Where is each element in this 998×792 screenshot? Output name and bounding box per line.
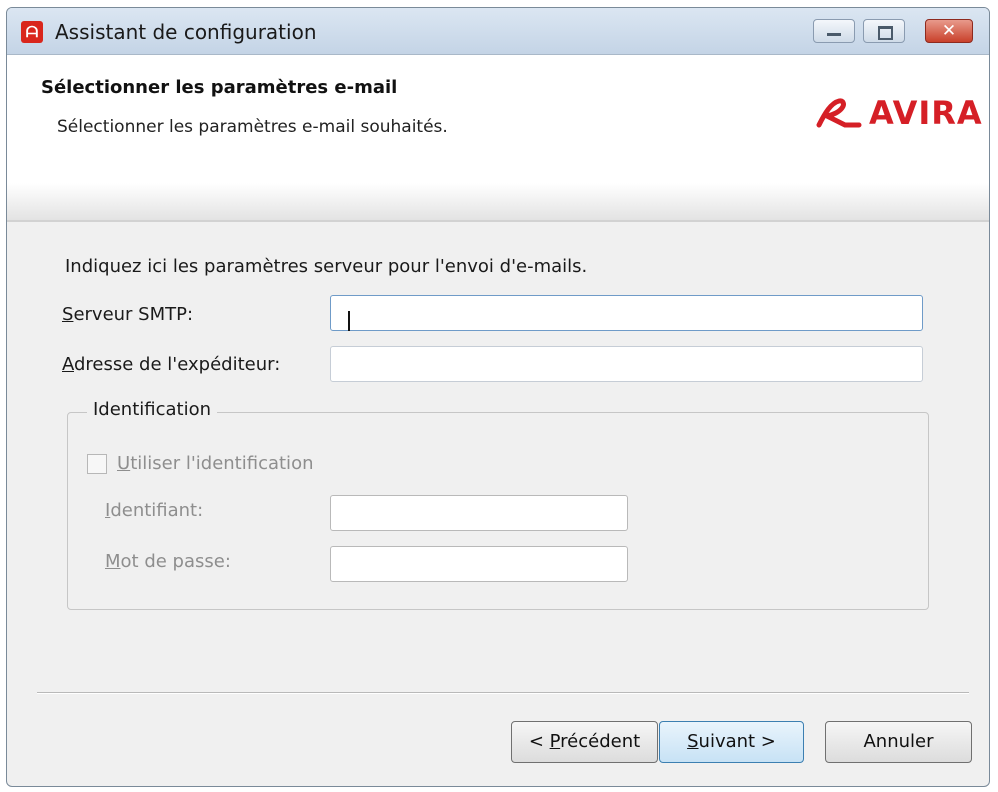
footer-divider — [37, 692, 969, 693]
wizard-header: Sélectionner les paramètres e-mail Sélec… — [7, 55, 989, 220]
sender-address-label: Adresse de l'expéditeur: — [62, 354, 280, 375]
use-identification-label-accesskey: U — [117, 453, 131, 474]
smtp-server-label-accesskey: S — [62, 304, 74, 325]
page-subtitle: Sélectionner les paramètres e-mail souha… — [57, 117, 448, 137]
password-input[interactable] — [330, 546, 628, 582]
smtp-server-label: Serveur SMTP: — [62, 304, 193, 325]
header-divider — [7, 220, 989, 222]
password-label-accesskey: M — [105, 551, 121, 572]
header-gradient — [7, 183, 989, 220]
avira-app-icon: ᗩ — [21, 21, 43, 43]
close-icon: ✕ — [941, 21, 957, 41]
password-label-text: ot de passe: — [120, 551, 231, 572]
avira-logo-icon — [816, 98, 862, 128]
smtp-server-label-text: erveur SMTP: — [73, 304, 194, 325]
maximize-icon — [878, 26, 893, 40]
username-input[interactable] — [330, 495, 628, 531]
minimize-icon — [827, 33, 841, 36]
username-label: Identifiant: — [105, 500, 203, 521]
cancel-button[interactable]: Annuler — [825, 721, 972, 763]
use-identification-checkbox[interactable] — [87, 454, 107, 474]
previous-button-text: récédent — [560, 731, 641, 752]
sender-address-input[interactable] — [330, 346, 923, 382]
maximize-button[interactable] — [863, 19, 905, 43]
title-bar[interactable]: ᗩ Assistant de configuration ✕ — [7, 8, 989, 55]
password-label: Mot de passe: — [105, 551, 231, 572]
next-button-accesskey: S — [687, 731, 699, 752]
identification-legend: Identification — [87, 399, 218, 420]
minimize-button[interactable] — [813, 19, 855, 43]
use-identification-label-text: tiliser l'identification — [130, 453, 314, 474]
intro-text: Indiquez ici les paramètres serveur pour… — [65, 256, 588, 277]
smtp-server-input[interactable] — [330, 295, 923, 331]
next-button-text: uivant > — [698, 731, 776, 752]
previous-button-accesskey: P — [549, 731, 561, 752]
next-button[interactable]: Suivant > — [659, 721, 804, 763]
use-identification-label[interactable]: Utiliser l'identification — [117, 453, 313, 474]
previous-button-prefix: < — [528, 731, 550, 752]
username-label-text: dentifiant: — [110, 500, 204, 521]
window-title: Assistant de configuration — [55, 20, 317, 44]
sender-address-label-text: dresse de l'expéditeur: — [74, 354, 281, 375]
avira-logo-text: AVIRA — [869, 94, 983, 132]
text-caret — [348, 311, 350, 331]
page-title: Sélectionner les paramètres e-mail — [41, 77, 398, 98]
close-button[interactable]: ✕ — [925, 19, 973, 43]
previous-button[interactable]: < Précédent — [511, 721, 658, 763]
setup-wizard-window: ᗩ Assistant de configuration ✕ Sélection… — [6, 7, 990, 787]
sender-address-label-accesskey: A — [62, 354, 74, 375]
